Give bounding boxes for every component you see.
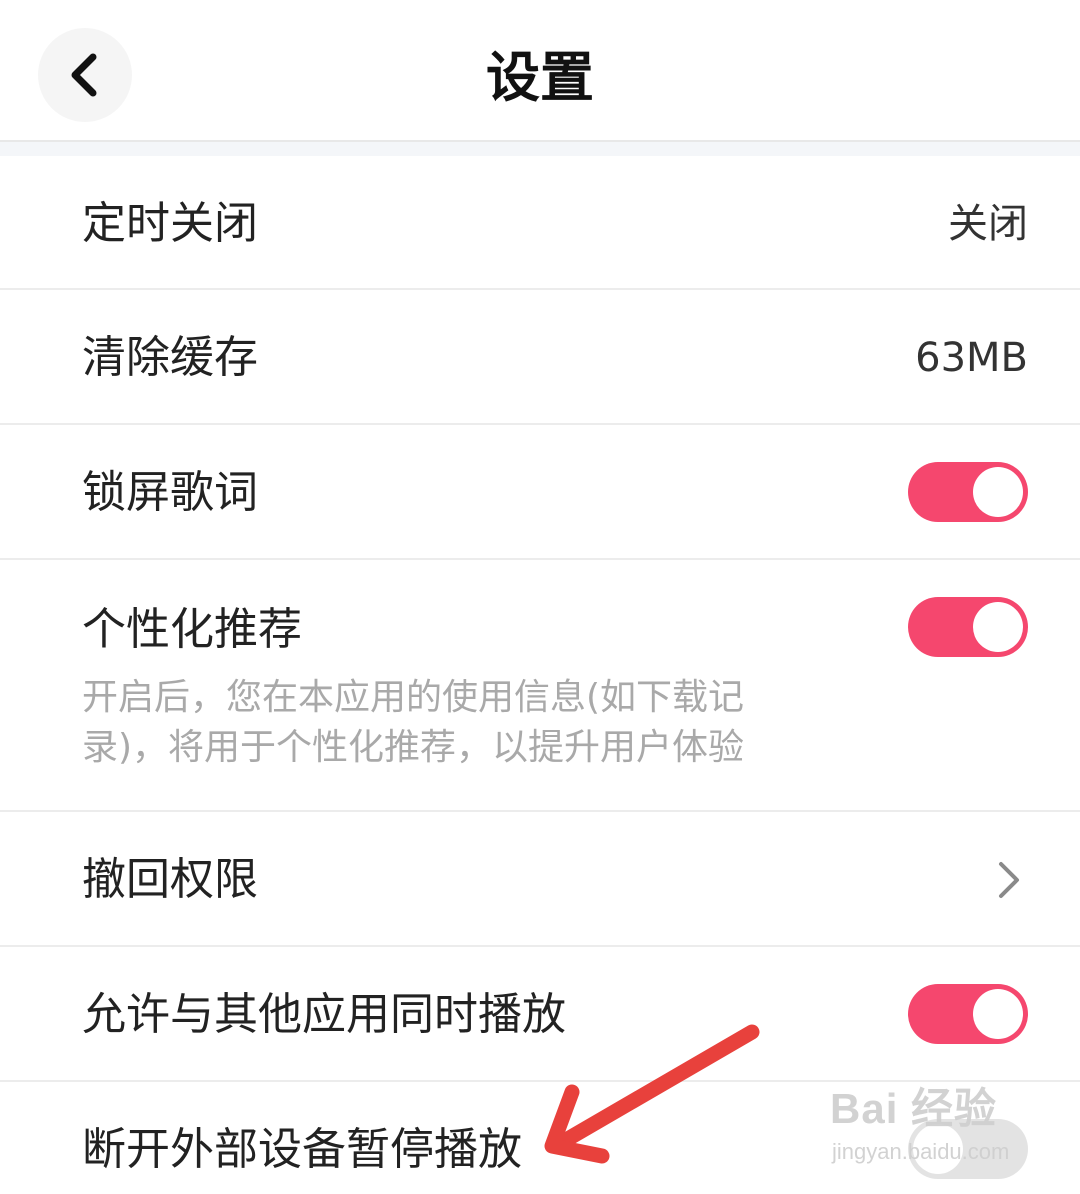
setting-label: 断开外部设备暂停播放 (82, 1124, 522, 1175)
setting-row-revoke-permissions[interactable]: 撤回权限 (0, 812, 1080, 947)
setting-label: 锁屏歌词 (82, 467, 258, 518)
baidu-watermark: Bai 经验 jingyan.baidu.com (830, 1075, 1050, 1175)
setting-label: 定时关闭 (82, 198, 258, 249)
setting-label: 个性化推荐 (82, 604, 302, 655)
toggle-knob (973, 989, 1023, 1039)
setting-row-lockscreen-lyrics: 锁屏歌词 (0, 425, 1080, 560)
setting-label: 允许与其他应用同时播放 (82, 989, 566, 1040)
header-divider (0, 142, 1080, 156)
setting-row-timer-off[interactable]: 定时关闭 关闭 (0, 156, 1080, 290)
watermark-url: jingyan.baidu.com (832, 1139, 1010, 1164)
page-title: 设置 (486, 46, 594, 109)
setting-label: 清除缓存 (82, 332, 258, 383)
chevron-right-icon (999, 862, 1019, 898)
mix-with-other-apps-toggle[interactable] (908, 984, 1028, 1044)
setting-row-personalized-recommendation: 个性化推荐 开启后，您在本应用的使用信息(如下载记录)，将用于个性化推荐，以提升… (0, 560, 1080, 812)
personalized-recommendation-toggle[interactable] (908, 597, 1028, 657)
setting-label: 撤回权限 (82, 854, 258, 905)
lockscreen-lyrics-toggle[interactable] (908, 462, 1028, 522)
watermark-logo-text: Bai 经验 (830, 1085, 998, 1132)
setting-row-clear-cache[interactable]: 清除缓存 63MB (0, 290, 1080, 425)
setting-row-mix-with-other-apps: 允许与其他应用同时播放 (0, 947, 1080, 1082)
setting-value: 63MB (915, 335, 1028, 381)
toggle-knob (973, 602, 1023, 652)
top-bar: 设置 (0, 0, 1080, 142)
setting-value: 关闭 (948, 201, 1028, 247)
toggle-knob (973, 467, 1023, 517)
setting-description: 开启后，您在本应用的使用信息(如下载记录)，将用于个性化推荐，以提升用户体验 (82, 677, 745, 768)
